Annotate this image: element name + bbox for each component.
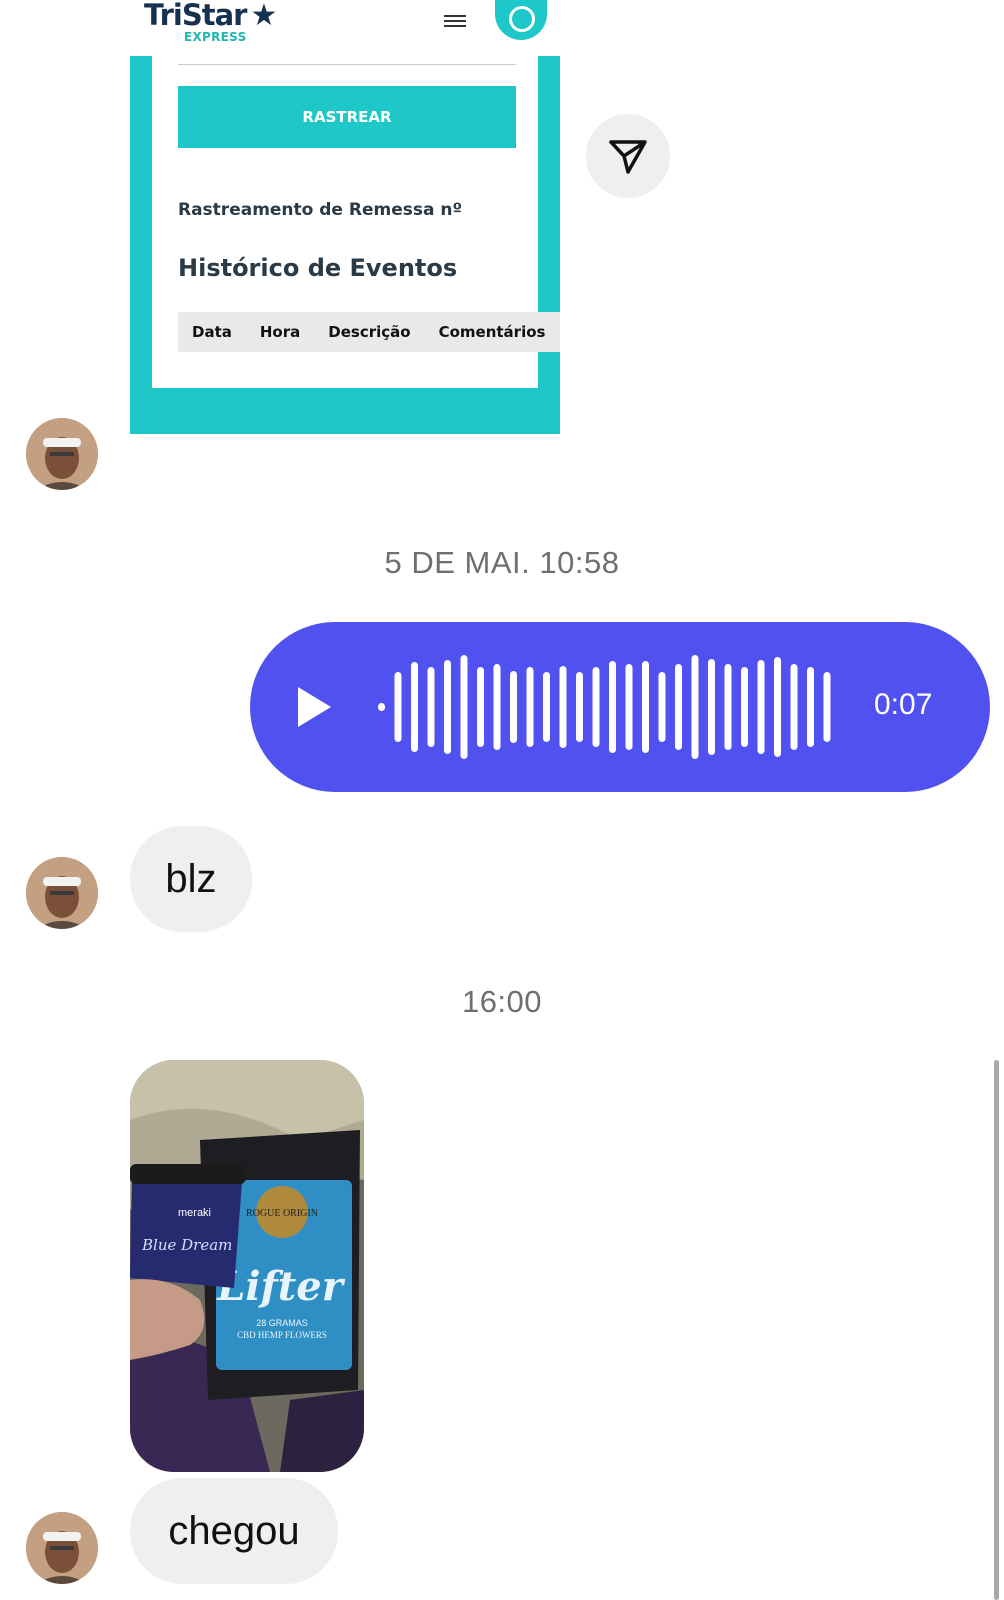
voice-message-bubble[interactable]: 0:07: [250, 622, 990, 792]
tristar-logo: TriStar ★: [144, 0, 277, 33]
voice-duration: 0:07: [874, 688, 933, 721]
waveform-bar: [724, 664, 732, 750]
timestamp-divider: 5 DE MAI. 10:58: [384, 545, 620, 580]
pouch-brand: ROGUE ORIGIN: [246, 1208, 318, 1219]
waveform-bar: [658, 672, 666, 742]
waveform-bar: [625, 664, 633, 750]
send-icon: [609, 140, 647, 174]
waveform-bar: [460, 655, 468, 759]
received-message-bubble[interactable]: chegou: [130, 1478, 338, 1584]
waveform-bar: [774, 657, 781, 757]
divider: [178, 64, 516, 65]
waveform-bar: [708, 659, 715, 755]
avatar-photo: [26, 418, 98, 490]
waveform-bar: [576, 672, 583, 742]
user-account-icon: [495, 0, 547, 40]
waveform-bar: [559, 666, 567, 748]
waveform-bar: [807, 667, 814, 747]
logo-subtext: EXPRESS: [184, 30, 247, 44]
hamburger-menu-icon: [444, 12, 466, 30]
waveform-bar: [790, 664, 798, 750]
tracking-panel: RASTREAR Rastreamento de Remessa nº Hist…: [152, 56, 560, 388]
avatar-photo: [26, 857, 98, 929]
play-icon[interactable]: [294, 684, 334, 730]
waveform-bar: [543, 672, 550, 742]
avatar-photo: [26, 1512, 98, 1584]
pouch-desc: CBD HEMP FLOWERS: [237, 1330, 327, 1340]
received-message-bubble[interactable]: blz: [130, 826, 252, 932]
events-history-title: Histórico de Eventos: [178, 254, 458, 282]
screenshot-header: TriStar ★ EXPRESS: [130, 0, 560, 56]
photo-message[interactable]: ROGUE ORIGIN Lifter 28 GRAMAS CBD HEMP F…: [130, 1060, 364, 1472]
shared-screenshot[interactable]: TriStar ★ EXPRESS RASTREAR Rastreamento d…: [130, 0, 560, 434]
waveform-bar: [378, 703, 385, 711]
share-button[interactable]: [586, 114, 670, 198]
waveform-bar: [510, 671, 517, 743]
avatar[interactable]: [26, 857, 98, 929]
waveform-bar: [394, 672, 402, 742]
column-comments: Comentários: [438, 323, 546, 341]
avatar[interactable]: [26, 418, 98, 490]
waveform-bar: [691, 655, 699, 759]
waveform-bar: [642, 661, 649, 753]
waveform-bar: [741, 667, 748, 747]
audio-waveform[interactable]: [376, 652, 836, 762]
avatar[interactable]: [26, 1512, 98, 1584]
waveform-bar: [444, 660, 451, 754]
pouch-name: Lifter: [216, 1263, 345, 1310]
star-icon: ★: [250, 0, 278, 32]
column-date: Data: [192, 323, 232, 341]
waveform-bar: [493, 664, 501, 750]
jar-name: Blue Dream: [141, 1236, 232, 1254]
product-photo: ROGUE ORIGIN Lifter 28 GRAMAS CBD HEMP F…: [130, 1060, 364, 1472]
waveform-bar: [675, 664, 682, 750]
events-table-header: Data Hora Descrição Comentários: [178, 312, 560, 352]
track-button: RASTREAR: [178, 86, 516, 148]
waveform-bar: [427, 667, 435, 747]
tracking-title: Rastreamento de Remessa nº: [178, 200, 463, 220]
waveform-bar: [823, 672, 831, 742]
waveform-bar: [757, 660, 765, 754]
waveform-bar: [526, 667, 534, 747]
timestamp-divider: 16:00: [461, 984, 543, 1019]
waveform-bar: [411, 662, 418, 752]
waveform-bar: [592, 667, 600, 747]
waveform-bar: [477, 667, 484, 747]
waveform-bar: [609, 661, 616, 753]
jar-brand: meraki: [178, 1207, 211, 1219]
column-description: Descrição: [328, 323, 411, 341]
column-time: Hora: [259, 323, 301, 341]
scrollbar[interactable]: [994, 1060, 999, 1600]
logo-text: TriStar: [144, 0, 247, 32]
pouch-weight: 28 GRAMAS: [256, 1318, 308, 1328]
